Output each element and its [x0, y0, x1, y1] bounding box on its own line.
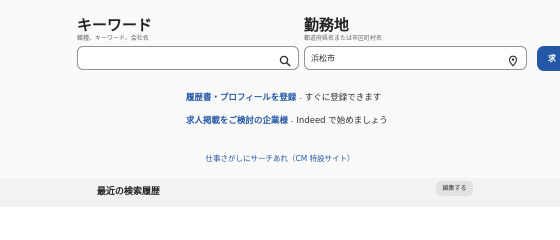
- cm-site-link[interactable]: 仕事さがしにサーチあれ（CM 特設サイト）: [0, 153, 560, 164]
- promo-employer-link[interactable]: 求人掲載をご検討の企業様: [186, 116, 288, 126]
- recent-searches-title: 最近の検索履歴: [97, 187, 161, 197]
- keyword-input-box[interactable]: [77, 46, 299, 70]
- promo-employer-text: Indeed で始めましょう: [296, 116, 388, 126]
- location-input-box[interactable]: [304, 46, 527, 70]
- promo-resume-link[interactable]: 履歴書・プロフィールを登録: [186, 93, 296, 103]
- promo-employer: 求人掲載をご検討の企業様 – Indeed で始めましょう: [186, 114, 388, 126]
- location-input[interactable]: [311, 50, 500, 66]
- recent-searches-bar: [0, 178, 560, 207]
- location-pin-icon[interactable]: [507, 52, 519, 67]
- edit-history-button[interactable]: 編集する: [436, 181, 473, 196]
- promo-resume: 履歴書・プロフィールを登録 – すぐに登録できます: [186, 91, 381, 103]
- promo-resume-separator: –: [299, 95, 303, 102]
- keyword-subtitle: 職種、キーワード、会社名: [77, 35, 149, 42]
- search-icon[interactable]: [279, 52, 291, 67]
- location-subtitle: 都道府県名または市区町村名: [304, 35, 383, 42]
- promo-employer-separator: –: [290, 118, 294, 125]
- keyword-title: キーワード: [77, 16, 153, 34]
- location-title: 勤務地: [304, 16, 350, 34]
- find-jobs-button[interactable]: 求: [537, 46, 560, 71]
- keyword-input[interactable]: [84, 50, 272, 66]
- promo-resume-text: すぐに登録できます: [304, 93, 382, 103]
